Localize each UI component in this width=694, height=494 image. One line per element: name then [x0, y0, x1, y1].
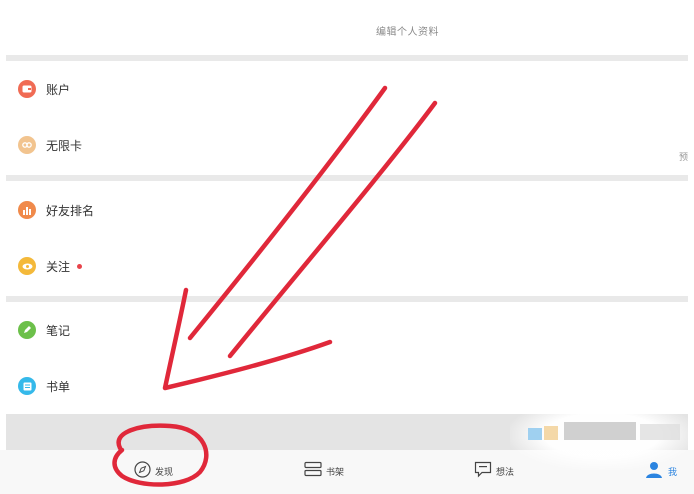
section-divider: [6, 296, 688, 302]
section-divider: [6, 55, 688, 61]
eye-icon: [18, 257, 36, 275]
header: 编辑个人资料: [0, 0, 694, 56]
menu-item-notes[interactable]: 笔记: [6, 303, 688, 357]
section-divider: [6, 175, 688, 181]
edit-profile-link[interactable]: 编辑个人资料: [376, 23, 439, 38]
tab-label: 我: [668, 467, 678, 478]
tab-thoughts[interactable]: 想法: [474, 460, 514, 482]
tab-label: 书架: [326, 467, 345, 478]
pen-icon: [18, 321, 36, 339]
menu-item-friend-ranking[interactable]: 好友排名: [6, 183, 688, 237]
menu-item-label: 书单: [46, 379, 71, 394]
menu-item-label: 好友排名: [46, 203, 95, 218]
compass-icon: [134, 460, 151, 482]
card-icon: [18, 136, 36, 154]
menu-item-label: 关注: [46, 259, 71, 274]
tab-discover[interactable]: 发现: [134, 460, 173, 482]
menu-item-unlimited-card[interactable]: 无限卡: [6, 118, 688, 172]
truncated-text: 预: [679, 153, 689, 163]
menu-item-label: 笔记: [46, 323, 71, 338]
notification-dot: [77, 263, 83, 269]
menu-item-label: 账户: [46, 82, 71, 97]
comment-icon: [474, 461, 492, 482]
wallet-icon: [18, 80, 36, 98]
menu-item-label: 无限卡: [46, 138, 83, 153]
tab-bookshelf[interactable]: 书架: [304, 460, 344, 482]
menu-item-account[interactable]: 账户: [6, 62, 688, 116]
menu-item-following[interactable]: 关注: [6, 239, 688, 293]
profile-icon: [646, 461, 664, 482]
tab-me[interactable]: 我: [646, 460, 677, 482]
ranking-icon: [18, 201, 36, 219]
bookshelf-icon: [304, 461, 322, 481]
tab-label: 发现: [155, 467, 174, 478]
booklist-icon: [18, 377, 36, 395]
